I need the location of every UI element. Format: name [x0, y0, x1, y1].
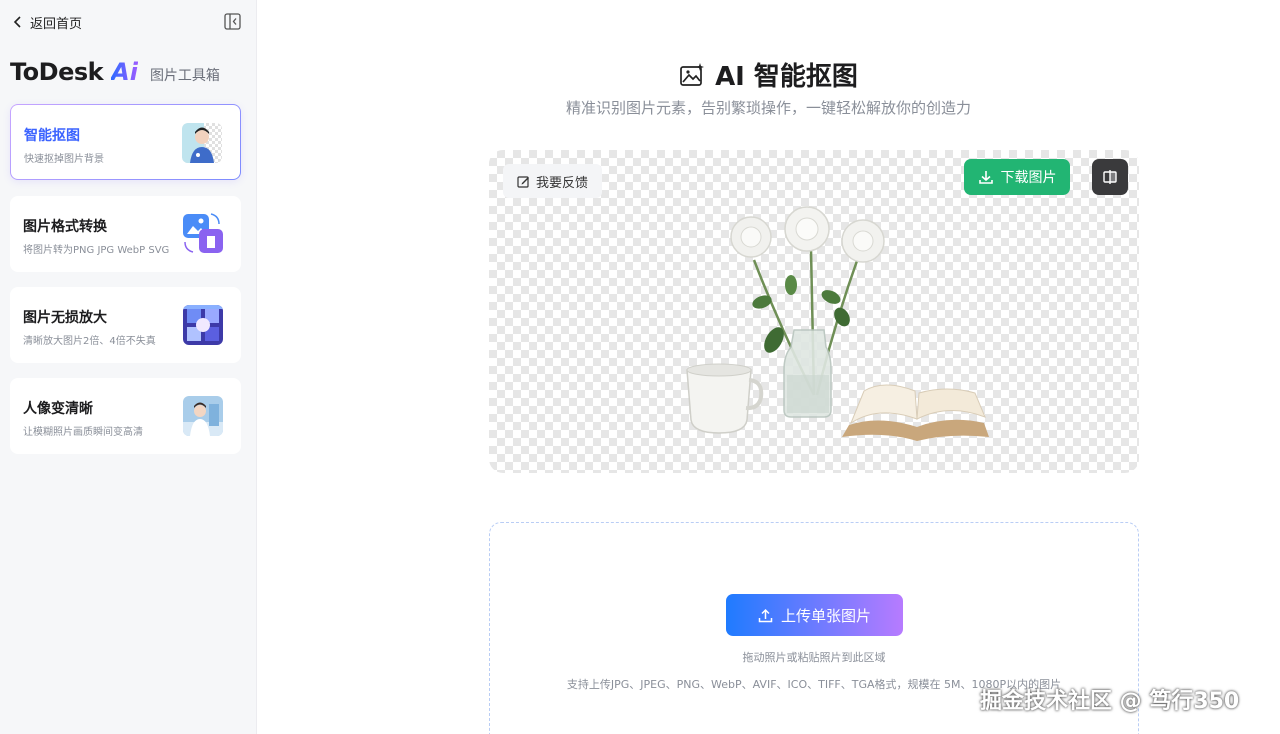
upload-label: 上传单张图片	[780, 606, 871, 625]
sidebar-collapse-icon[interactable]	[224, 13, 241, 30]
feedback-button[interactable]: 我要反馈	[503, 164, 603, 198]
brand-subtitle: 图片工具箱	[149, 68, 220, 84]
tool-title: 智能抠图	[24, 128, 80, 144]
upload-button[interactable]: 上传单张图片	[726, 594, 903, 636]
tool-card-cutout[interactable]: 智能抠图 快速抠掉图片背景	[10, 104, 241, 180]
download-icon	[978, 171, 993, 184]
portrait-thumbnail	[183, 396, 223, 436]
back-home-link[interactable]: 返回首页	[12, 12, 82, 32]
upload-icon	[758, 608, 773, 622]
tool-desc: 快速抠掉图片背景	[24, 154, 104, 165]
format-convert-thumbnail	[181, 212, 225, 254]
main-content: AI 智能抠图 精准识别图片元素，告别繁琐操作，一键轻松解放你的创造力 我要反馈…	[257, 0, 1280, 734]
tool-desc: 让模糊照片画质瞬间变高清	[23, 427, 143, 438]
compare-icon	[1103, 170, 1117, 184]
cutout-result-image	[686, 206, 989, 441]
watermark: 掘金技术社区 @ 笃行350	[980, 689, 1240, 714]
back-home-label: 返回首页	[30, 16, 83, 32]
upscale-thumbnail	[183, 305, 223, 345]
brand-name: ToDesk	[10, 58, 104, 86]
drag-hint: 拖动照片或粘贴照片到此区域	[742, 651, 886, 664]
tool-desc: 将图片转为PNG JPG WebP SVG	[23, 245, 170, 256]
download-label: 下载图片	[1000, 170, 1057, 186]
result-preview: 我要反馈 下载图片	[489, 150, 1139, 473]
tool-desc: 清晰放大图片2倍、4倍不失真	[23, 336, 156, 347]
tool-card-format-convert[interactable]: 图片格式转换 将图片转为PNG JPG WebP SVG	[10, 196, 241, 272]
brand-logo: ToDesk Ai 图片工具箱	[10, 58, 220, 86]
tool-card-portrait-enhance[interactable]: 人像变清晰 让模糊照片画质瞬间变高清	[10, 378, 241, 454]
page-title: AI 智能抠图	[715, 62, 858, 92]
compare-button[interactable]	[1092, 159, 1128, 195]
tool-title: 图片无损放大	[23, 310, 107, 326]
cutout-thumbnail	[182, 123, 222, 163]
feedback-label: 我要反馈	[536, 175, 589, 191]
download-button[interactable]: 下载图片	[964, 159, 1070, 195]
tool-title: 人像变清晰	[23, 401, 93, 417]
chevron-left-icon	[13, 16, 21, 28]
tool-card-upscale[interactable]: 图片无损放大 清晰放大图片2倍、4倍不失真	[10, 287, 241, 363]
edit-icon	[517, 175, 529, 188]
tool-title: 图片格式转换	[23, 219, 107, 235]
sidebar: 返回首页 ToDesk Ai 图片工具箱 智能抠图 快速抠掉图片背景 图片格式转…	[0, 0, 257, 734]
brand-ai: Ai	[111, 58, 138, 86]
image-sparkle-icon	[680, 62, 705, 86]
page-subtitle: 精准识别图片元素，告别繁琐操作，一键轻松解放你的创造力	[565, 99, 971, 117]
page-header: AI 智能抠图	[257, 56, 1280, 93]
